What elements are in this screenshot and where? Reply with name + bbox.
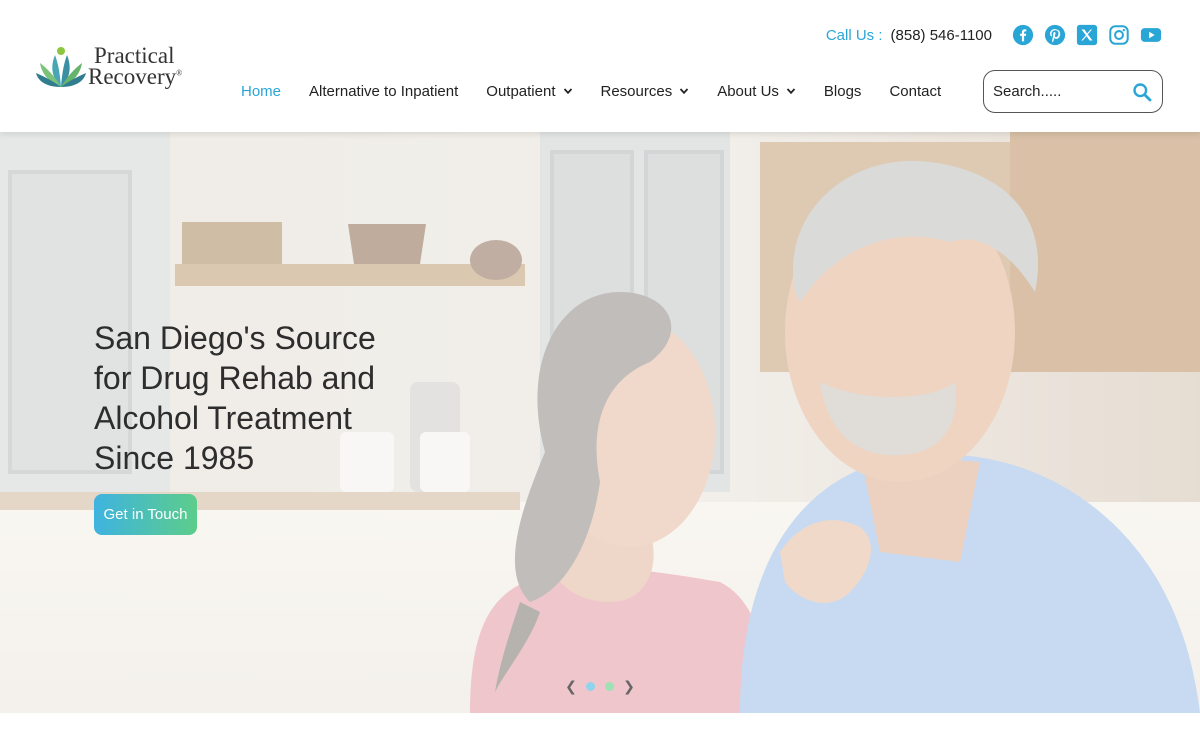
- pinterest-icon[interactable]: [1044, 24, 1066, 46]
- slider-controls: ❮ ❯: [565, 678, 635, 694]
- chevron-down-icon: [786, 86, 796, 96]
- logo-line-2: Recovery®: [88, 64, 183, 89]
- instagram-icon[interactable]: [1108, 24, 1130, 46]
- search-box: [983, 70, 1163, 113]
- slider-dot[interactable]: [586, 681, 595, 691]
- chevron-down-icon: [563, 86, 573, 96]
- nav-home[interactable]: Home: [227, 83, 295, 100]
- hero-slider: San Diego's Source for Drug Rehab and Al…: [0, 132, 1200, 713]
- slider-next-icon[interactable]: ❯: [623, 678, 635, 694]
- practical-recovery-logo[interactable]: Practical Recovery®: [36, 40, 186, 92]
- contact-bar: Call Us : (858) 546-1100: [826, 22, 1162, 48]
- search-icon[interactable]: [1132, 82, 1152, 102]
- main-navigation: Home Alternative to Inpatient Outpatient…: [227, 78, 955, 104]
- get-in-touch-button[interactable]: Get in Touch: [94, 494, 197, 535]
- x-twitter-icon[interactable]: [1076, 24, 1098, 46]
- nav-about-us[interactable]: About Us: [703, 83, 810, 100]
- phone-number-link[interactable]: (858) 546-1100: [891, 27, 992, 44]
- youtube-icon[interactable]: [1140, 24, 1162, 46]
- site-header: Practical Recovery® Call Us : (858) 546-…: [0, 0, 1200, 132]
- call-us-label: Call Us :: [825, 26, 883, 44]
- hero-heading: San Diego's Source for Drug Rehab and Al…: [94, 320, 376, 476]
- lotus-logo-icon: [36, 47, 86, 87]
- nav-contact[interactable]: Contact: [875, 83, 955, 100]
- search-input[interactable]: [993, 83, 1123, 100]
- logo-wordmark: Practical Recovery®: [88, 42, 183, 89]
- slider-prev-icon[interactable]: ❮: [565, 678, 577, 694]
- nav-alternative-to-inpatient[interactable]: Alternative to Inpatient: [295, 83, 472, 100]
- facebook-icon[interactable]: [1012, 24, 1034, 46]
- nav-resources[interactable]: Resources: [587, 83, 704, 100]
- logo-line-1: Practical: [94, 42, 175, 68]
- nav-blogs[interactable]: Blogs: [810, 83, 876, 100]
- slider-dot[interactable]: [605, 681, 614, 691]
- nav-outpatient[interactable]: Outpatient: [472, 83, 586, 100]
- chevron-down-icon: [679, 86, 689, 96]
